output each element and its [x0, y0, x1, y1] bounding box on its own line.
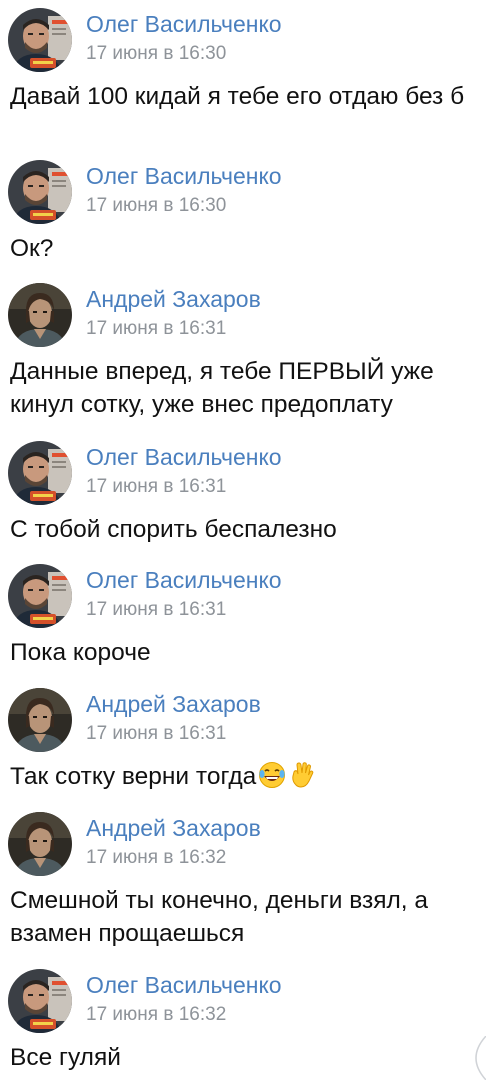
- message-text: Смешной ты конечно, деньги взял, а взаме…: [10, 887, 429, 947]
- avatar[interactable]: [8, 564, 72, 628]
- avatar[interactable]: [8, 969, 72, 1033]
- message-text: Ок?: [10, 235, 54, 262]
- message-timestamp[interactable]: 17 июня в 16:31: [86, 599, 226, 621]
- avatar[interactable]: [8, 688, 72, 752]
- author-name[interactable]: Андрей Захаров: [86, 815, 261, 842]
- author-name[interactable]: Олег Васильченко: [86, 11, 282, 38]
- message-text-content: Так сотку верни тогда: [10, 763, 257, 790]
- message-timestamp[interactable]: 17 июня в 16:31: [86, 476, 226, 498]
- author-name[interactable]: Андрей Захаров: [86, 286, 261, 313]
- laughing-tears-icon: [258, 761, 286, 798]
- raised-hand-icon: [288, 761, 316, 798]
- message-text: Пока короче: [10, 639, 151, 666]
- avatar[interactable]: [8, 160, 72, 224]
- message-text: Так сотку верни тогда: [10, 760, 480, 798]
- message-list: Олег Васильченко 17 июня в 16:30 Давай 1…: [0, 0, 486, 1080]
- message-text: Все гуляй: [10, 1044, 121, 1071]
- message-timestamp[interactable]: 17 июня в 16:31: [86, 318, 226, 340]
- author-name[interactable]: Андрей Захаров: [86, 691, 261, 718]
- avatar[interactable]: [8, 8, 72, 72]
- message-timestamp[interactable]: 17 июня в 16:32: [86, 847, 226, 869]
- message-text: С тобой спорить беспалезно: [10, 516, 337, 543]
- author-name[interactable]: Олег Васильченко: [86, 163, 282, 190]
- message-timestamp[interactable]: 17 июня в 16:31: [86, 723, 226, 745]
- message-timestamp[interactable]: 17 июня в 16:30: [86, 195, 226, 217]
- message-text: Давай 100 кидай я тебе его отдаю без б: [10, 83, 465, 110]
- scroll-edge-indicator: [462, 1035, 486, 1080]
- avatar[interactable]: [8, 441, 72, 505]
- author-name[interactable]: Олег Васильченко: [86, 567, 282, 594]
- message-timestamp[interactable]: 17 июня в 16:30: [86, 43, 226, 65]
- message-timestamp[interactable]: 17 июня в 16:32: [86, 1004, 226, 1026]
- author-name[interactable]: Олег Васильченко: [86, 972, 282, 999]
- author-name[interactable]: Олег Васильченко: [86, 444, 282, 471]
- message-text: Данные вперед, я тебе ПЕРВЫЙ уже кинул с…: [10, 358, 434, 418]
- avatar[interactable]: [8, 812, 72, 876]
- avatar[interactable]: [8, 283, 72, 347]
